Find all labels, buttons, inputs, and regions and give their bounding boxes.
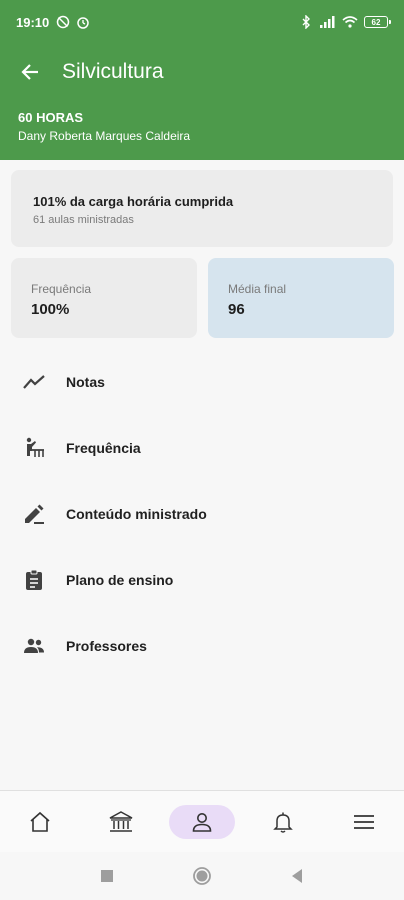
triangle-back-icon	[292, 869, 302, 883]
page-title: Silvicultura	[62, 60, 164, 83]
app-bar: Silvicultura	[0, 50, 404, 94]
menu-item-frequencia[interactable]: Frequência	[0, 415, 404, 481]
teacher-name: Dany Roberta Marques Caldeira	[18, 129, 191, 143]
wifi-icon	[342, 15, 358, 29]
menu-item-label: Conteúdo ministrado	[66, 506, 207, 522]
battery-level: 62	[371, 17, 381, 27]
menu-icon	[353, 814, 374, 829]
dnd-icon	[55, 15, 71, 29]
back-button[interactable]	[16, 58, 44, 86]
clipboard-icon	[20, 566, 48, 594]
nav-menu[interactable]	[331, 805, 397, 839]
attendance-label: Frequência	[31, 282, 92, 296]
trending-line-icon	[20, 368, 48, 396]
alarm-icon	[75, 15, 91, 29]
course-hours: 60 HORAS	[18, 110, 84, 125]
workload-card: 101% da carga horária cumprida 61 aulas …	[11, 170, 393, 247]
course-menu: Notas Frequência Conteúdo ministrado Pla…	[0, 349, 404, 679]
home-system-button[interactable]	[192, 866, 212, 886]
home-icon	[30, 811, 50, 832]
nav-home[interactable]	[7, 805, 73, 839]
menu-item-label: Professores	[66, 638, 147, 654]
attendance-card: Frequência 100%	[11, 258, 197, 338]
attendance-value: 100%	[31, 301, 70, 318]
menu-item-label: Plano de ensino	[66, 572, 174, 588]
final-grade-value: 96	[228, 301, 245, 318]
final-grade-card: Média final 96	[208, 258, 394, 338]
menu-item-conteudo-ministrado[interactable]: Conteúdo ministrado	[0, 481, 404, 547]
menu-item-label: Frequência	[66, 440, 141, 456]
signal-icon	[320, 15, 336, 29]
square-icon	[101, 870, 113, 882]
nav-profile[interactable]	[168, 804, 235, 839]
recents-button[interactable]	[100, 869, 114, 883]
institution-icon	[109, 810, 133, 832]
final-grade-label: Média final	[228, 282, 287, 296]
status-bar: 19:10 62	[0, 0, 404, 44]
attendance-icon	[20, 434, 48, 462]
menu-item-label: Notas	[66, 374, 105, 390]
menu-item-plano-de-ensino[interactable]: Plano de ensino	[0, 547, 404, 613]
classes-taught: 61 aulas ministradas	[33, 214, 134, 226]
menu-item-professores[interactable]: Professores	[0, 613, 404, 679]
status-time: 19:10	[16, 14, 50, 30]
circle-icon	[193, 867, 211, 885]
workload-summary: 101% da carga horária cumprida	[33, 194, 234, 209]
people-icon	[20, 632, 48, 660]
bluetooth-icon	[298, 15, 314, 29]
menu-item-notas[interactable]: Notas	[0, 349, 404, 415]
person-icon	[192, 812, 212, 832]
edit-pen-icon	[20, 500, 48, 528]
course-header: 19:10 62 Silvicultura 60 HORAS Dany Robe…	[0, 0, 404, 160]
bell-icon	[272, 812, 293, 833]
nav-notifications[interactable]	[250, 805, 316, 839]
nav-institution[interactable]	[88, 805, 154, 839]
battery-icon: 62	[364, 16, 391, 28]
bottom-navigation	[0, 790, 404, 852]
system-navigation-bar	[0, 852, 404, 900]
back-system-button[interactable]	[290, 868, 304, 884]
arrow-back-icon	[21, 64, 38, 80]
